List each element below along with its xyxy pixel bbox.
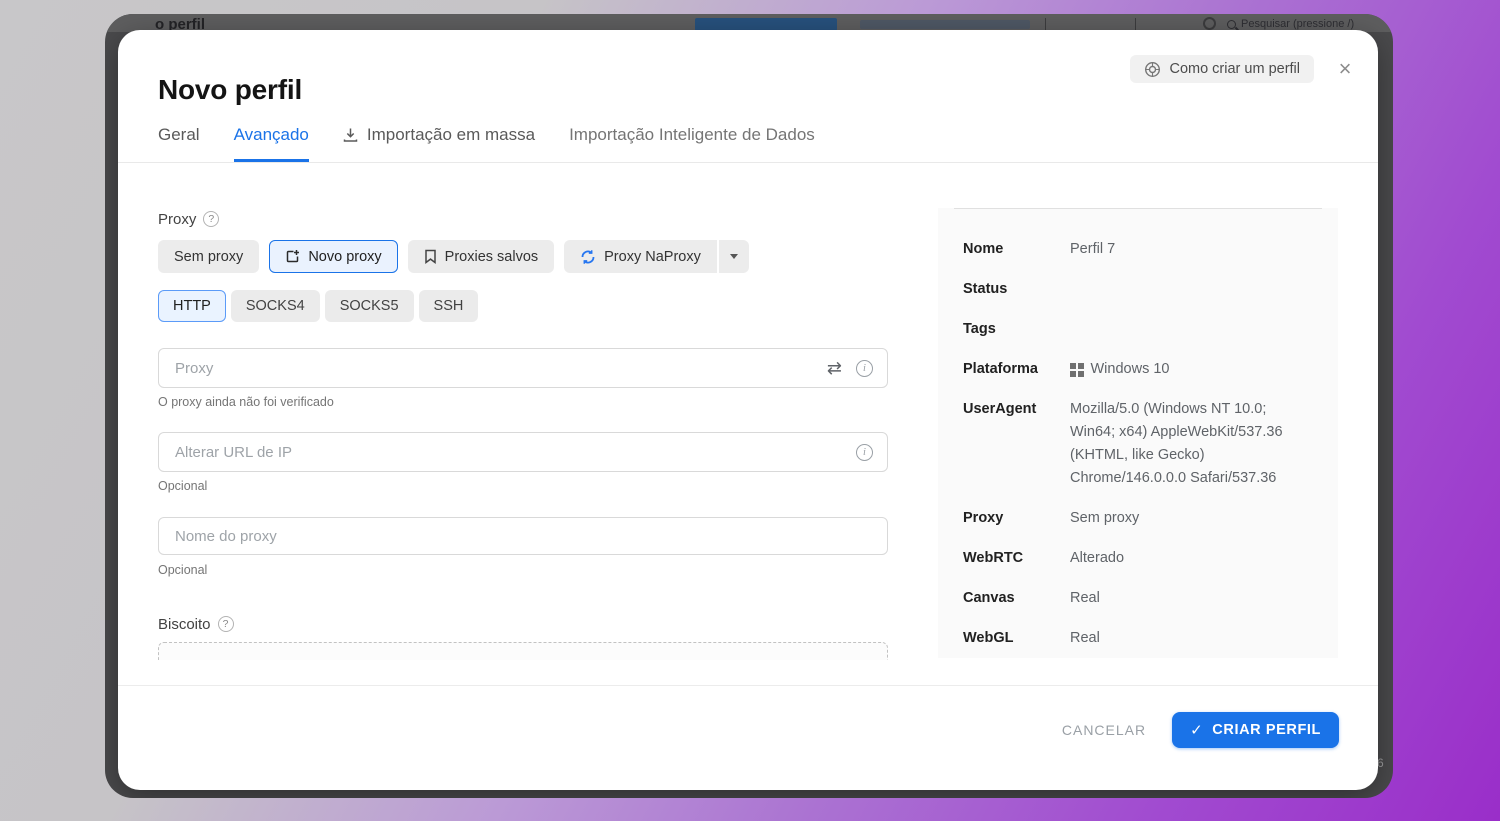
new-profile-modal: Novo perfil Como criar um perfil × Geral… <box>118 30 1378 790</box>
ip-change-url-input[interactable] <box>175 443 842 461</box>
info-icon[interactable]: i <box>856 359 873 377</box>
summary-label: Tags <box>963 321 996 337</box>
summary-value: Perfil 7 <box>1070 241 1116 257</box>
summary-value: Alterado <box>1070 550 1125 566</box>
sem-proxy-button[interactable]: Sem proxy <box>158 240 260 273</box>
tab-label: Importação em massa <box>366 125 536 144</box>
cookie-textarea[interactable] <box>158 642 888 660</box>
proxy-protocol-row: HTTP SOCKS4 SOCKS5 SSH <box>158 290 888 322</box>
create-profile-button[interactable]: ✓ CRIAR PERFIL <box>1172 712 1339 748</box>
summary-label: UserAgent <box>963 401 1037 417</box>
summary-row-tags: Tags <box>963 318 1318 341</box>
help-button-label: Como criar um perfil <box>1169 61 1300 77</box>
protocol-http-tab[interactable]: HTTP <box>158 290 226 322</box>
proxy-name-input[interactable] <box>175 527 873 545</box>
refresh-icon <box>1203 17 1216 30</box>
summary-label: WebGL <box>963 630 1014 646</box>
close-icon[interactable]: × <box>1332 56 1358 82</box>
protocol-ssh-tab[interactable]: SSH <box>418 290 479 322</box>
ip-url-input-wrap: i <box>158 432 888 472</box>
help-circle-icon[interactable]: ? <box>217 616 234 632</box>
summary-row-nome: Nome Perfil 7 <box>963 238 1318 261</box>
chip-label: Proxies salvos <box>444 248 539 265</box>
proxy-form: Proxy ? Sem proxy Novo proxy Proxies sal… <box>158 210 888 660</box>
new-proxy-icon <box>285 249 300 264</box>
summary-row-webgl: WebGL Real <box>963 627 1318 650</box>
proxy-input-wrap: ⇄ i <box>158 348 888 388</box>
proxy-name-input-wrap <box>158 517 888 555</box>
tab-importacao-inteligente[interactable]: Importação Inteligente de Dados <box>569 123 815 162</box>
summary-row-canvas: Canvas Real <box>963 587 1318 610</box>
windows-icon <box>1070 363 1084 377</box>
lifebuoy-icon <box>1144 61 1161 78</box>
modal-tabs: Geral Avançado Importação em massa Impor… <box>158 123 815 162</box>
summary-value: Real <box>1070 590 1100 606</box>
how-to-create-profile-button[interactable]: Como criar um perfil <box>1130 55 1314 83</box>
cookie-section-label: Biscoito ? <box>158 615 888 633</box>
info-icon[interactable]: i <box>856 443 873 461</box>
submit-label: CRIAR PERFIL <box>1212 722 1321 738</box>
profile-summary-panel: Nome Perfil 7 Status Tags Plataforma Win… <box>938 208 1338 658</box>
protocol-socks4-tab[interactable]: SOCKS4 <box>230 290 320 322</box>
summary-label: Proxy <box>963 510 1004 526</box>
search-icon <box>1227 19 1236 29</box>
chip-label: Novo proxy <box>308 248 382 265</box>
summary-label: Plataforma <box>963 361 1038 377</box>
ip-url-helper-text: Opcional <box>158 479 208 493</box>
summary-row-plataforma: Plataforma Windows 10 <box>963 358 1318 381</box>
proxy-name-helper-text: Opcional <box>158 563 208 577</box>
summary-label: Nome <box>963 241 1004 257</box>
divider <box>1045 18 1046 30</box>
help-circle-icon[interactable]: ? <box>203 211 220 227</box>
proxy-section-label: Proxy ? <box>158 210 888 228</box>
proxy-provider-dropdown-button[interactable] <box>718 240 749 273</box>
bookmark-icon <box>424 249 437 264</box>
search-placeholder-text: Pesquisar (pressione /) <box>1241 18 1355 30</box>
label-text: Proxy <box>158 210 197 228</box>
app-window-frame: o perfil Pesquisar (pressione /) 6 Novo … <box>105 14 1393 798</box>
summary-value <box>1070 318 1310 341</box>
summary-label: Status <box>963 281 1008 297</box>
summary-label: Canvas <box>963 590 1015 606</box>
download-icon <box>343 127 358 143</box>
protocol-socks5-tab[interactable]: SOCKS5 <box>324 290 414 322</box>
divider <box>118 162 1378 163</box>
proxy-helper-text: O proxy ainda não foi verificado <box>158 395 334 409</box>
swap-icon[interactable]: ⇄ <box>827 359 842 377</box>
summary-label: WebRTC <box>963 550 1024 566</box>
tab-avancado[interactable]: Avançado <box>233 123 309 162</box>
proxy-input[interactable] <box>175 359 813 377</box>
proxy-naproxy-button[interactable]: Proxy NaProxy <box>564 240 717 273</box>
naproxy-icon <box>580 249 596 265</box>
chevron-down-icon <box>729 254 738 259</box>
proxy-mode-row: Sem proxy Novo proxy Proxies salvos Prox… <box>158 240 888 273</box>
tab-geral[interactable]: Geral <box>158 123 200 162</box>
summary-row-useragent: UserAgent Mozilla/5.0 (Windows NT 10.0; … <box>963 398 1318 490</box>
summary-value: Sem proxy <box>1070 510 1140 526</box>
proxies-salvos-button[interactable]: Proxies salvos <box>407 240 555 273</box>
chip-label: Proxy NaProxy <box>604 248 701 265</box>
page-title: Novo perfil <box>158 74 303 105</box>
check-icon: ✓ <box>1190 722 1204 739</box>
summary-value: Windows 10 <box>1070 358 1310 381</box>
dimmed-search-box: Pesquisar (pressione /) <box>1227 17 1354 31</box>
platform-text: Windows 10 <box>1090 361 1170 377</box>
page-indicator: 6 <box>1377 756 1384 770</box>
label-text: Biscoito <box>158 615 211 633</box>
novo-proxy-button[interactable]: Novo proxy <box>269 240 398 273</box>
summary-value: Mozilla/5.0 (Windows NT 10.0; Win64; x64… <box>1070 401 1283 486</box>
summary-value: Real <box>1070 630 1100 646</box>
summary-row-proxy: Proxy Sem proxy <box>963 507 1318 530</box>
cancel-button[interactable]: CANCELAR <box>1062 712 1146 748</box>
summary-row-webrtc: WebRTC Alterado <box>963 547 1318 570</box>
modal-footer: CANCELAR ✓ CRIAR PERFIL <box>118 685 1378 790</box>
dimmed-toolbar-item <box>860 20 1030 29</box>
tab-importacao-em-massa[interactable]: Importação em massa <box>343 123 535 162</box>
divider <box>1135 18 1136 30</box>
summary-value <box>1070 278 1310 301</box>
summary-row-status: Status <box>963 278 1318 301</box>
